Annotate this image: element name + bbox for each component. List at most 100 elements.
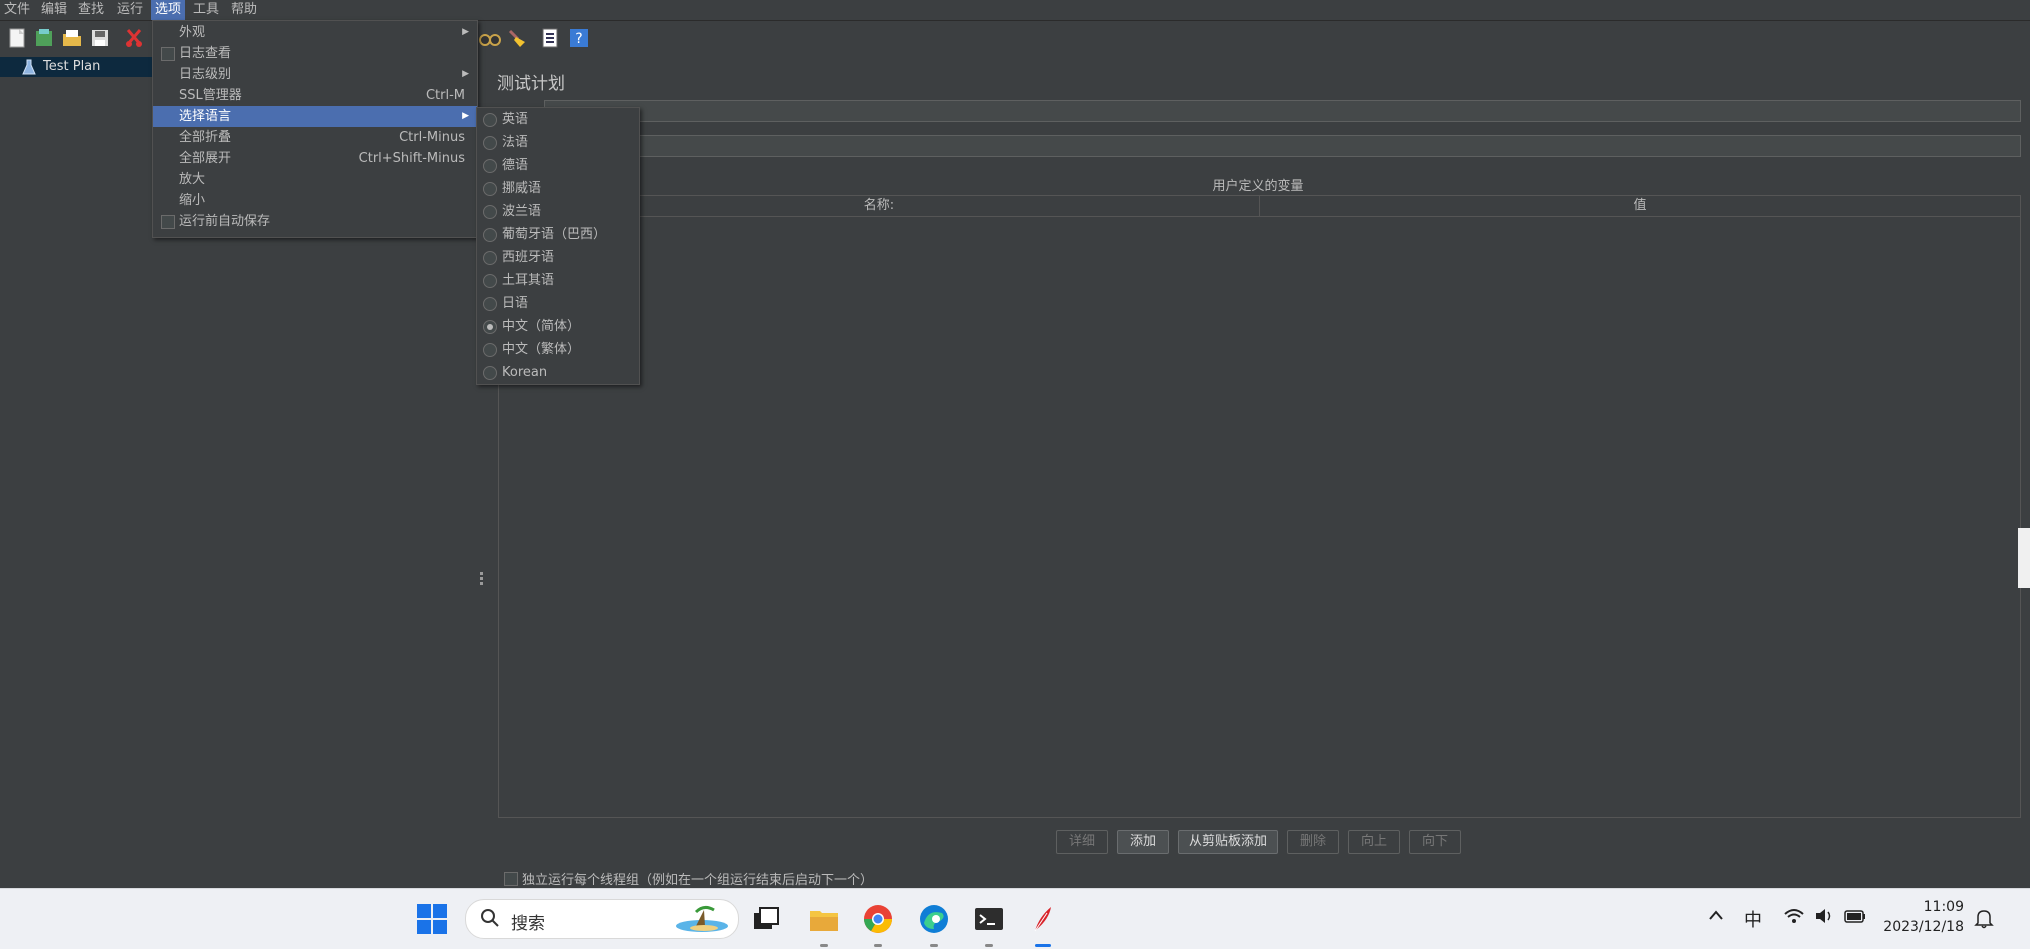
scrollbar-thumb[interactable] — [2018, 528, 2030, 588]
language-option[interactable]: 英语 — [477, 108, 639, 131]
language-option[interactable]: Korean — [477, 361, 639, 384]
running-indicator — [985, 944, 993, 947]
menu-item-expand-all[interactable]: 全部展开 Ctrl+Shift-Minus — [153, 148, 477, 169]
move-down-button[interactable]: 向下 — [1409, 830, 1461, 854]
clock-date[interactable]: 2023/12/18 — [1883, 919, 1964, 935]
radio-button[interactable] — [483, 274, 497, 288]
menu-item-zoom-in[interactable]: 放大 — [153, 169, 477, 190]
volume-icon[interactable] — [1814, 907, 1836, 929]
user-vars-table[interactable]: 名称: 值 — [498, 195, 2021, 818]
menu-bar: 文件 编辑 查找 运行 选项 工具 帮助 — [0, 0, 2030, 21]
radio-button[interactable] — [483, 228, 497, 242]
jmeter-feather-icon[interactable] — [1027, 903, 1059, 935]
taskbar: 搜索 中 11:09 2023/12/18 — [0, 888, 2030, 949]
menu-item-save-before-run[interactable]: 运行前自动保存 — [153, 211, 477, 232]
test-plan-panel: 测试计划 用户定义的变量 名称: 值 详细 添加 从剪贴板添加 删除 向上 向下… — [486, 57, 2030, 888]
language-option[interactable]: 挪威语 — [477, 177, 639, 200]
menu-help[interactable]: 帮助 — [227, 0, 261, 20]
name-field[interactable] — [544, 100, 2021, 122]
menu-item-log-level[interactable]: 日志级别 ▶ — [153, 64, 477, 85]
menu-find[interactable]: 查找 — [74, 0, 108, 20]
menu-item-collapse-all[interactable]: 全部折叠 Ctrl-Minus — [153, 127, 477, 148]
active-indicator — [1035, 944, 1051, 947]
menu-item-choose-language[interactable]: 选择语言 ▶ — [153, 106, 477, 127]
save-before-run-checkbox[interactable] — [161, 215, 175, 229]
language-option[interactable]: 日语 — [477, 292, 639, 315]
submenu-arrow-icon: ▶ — [462, 111, 469, 121]
radio-button[interactable] — [483, 205, 497, 219]
chevron-up-icon[interactable] — [1708, 909, 1724, 925]
clock-time[interactable]: 11:09 — [1924, 899, 1964, 915]
new-icon[interactable] — [6, 27, 28, 49]
battery-icon[interactable] — [1843, 907, 1867, 929]
radio-button[interactable] — [483, 297, 497, 311]
chrome-icon[interactable] — [862, 903, 894, 935]
radio-button[interactable] — [483, 182, 497, 196]
language-option[interactable]: 中文（繁体） — [477, 338, 639, 361]
move-up-button[interactable]: 向上 — [1348, 830, 1400, 854]
cut-icon[interactable] — [123, 27, 145, 49]
search-binoculars-icon[interactable] — [479, 27, 501, 49]
radio-button[interactable] — [483, 113, 497, 127]
independent-threads-label: 独立运行每个线程组（例如在一个组运行结束后启动下一个） — [522, 873, 874, 888]
menu-item-log-viewer[interactable]: 日志查看 — [153, 43, 477, 64]
radio-button[interactable] — [483, 136, 497, 150]
menu-options[interactable]: 选项 — [151, 0, 186, 20]
menu-item-ssl-manager[interactable]: SSL管理器 Ctrl-M — [153, 85, 477, 106]
language-option[interactable]: 土耳其语 — [477, 269, 639, 292]
detail-button[interactable]: 详细 — [1056, 830, 1108, 854]
radio-button[interactable] — [483, 251, 497, 265]
menu-run[interactable]: 运行 — [113, 0, 147, 20]
task-view-icon[interactable] — [750, 903, 782, 935]
menu-tools[interactable]: 工具 — [189, 0, 223, 20]
menu-file[interactable]: 文件 — [0, 0, 34, 20]
ime-indicator[interactable]: 中 — [1744, 906, 1762, 932]
tree-item-test-plan[interactable]: Test Plan — [0, 57, 152, 77]
independent-threads-checkbox[interactable] — [504, 872, 518, 886]
templates-icon[interactable] — [33, 27, 55, 49]
start-icon[interactable] — [416, 903, 448, 935]
radio-button[interactable] — [483, 366, 497, 380]
language-option[interactable]: 葡萄牙语（巴西） — [477, 223, 639, 246]
language-option[interactable]: 西班牙语 — [477, 246, 639, 269]
menu-item-zoom-out[interactable]: 缩小 — [153, 190, 477, 211]
terminal-icon[interactable] — [973, 903, 1005, 935]
running-indicator — [820, 944, 828, 947]
add-button[interactable]: 添加 — [1117, 830, 1169, 854]
running-indicator — [930, 944, 938, 947]
taskbar-search[interactable]: 搜索 — [465, 899, 739, 939]
language-option[interactable]: 法语 — [477, 131, 639, 154]
panel-title: 测试计划 — [497, 74, 565, 94]
options-menu: 外观 ▶ 日志查看 日志级别 ▶ SSL管理器 Ctrl-M 选择语言 ▶ 全部折叠 Ct… — [152, 20, 478, 238]
comments-field[interactable] — [544, 135, 2021, 157]
language-option[interactable]: 德语 — [477, 154, 639, 177]
wifi-icon[interactable] — [1783, 907, 1805, 929]
splitter-grip[interactable] — [480, 571, 484, 587]
tree-item-label: Test Plan — [43, 59, 101, 74]
svg-text:?: ? — [575, 31, 582, 47]
help-icon[interactable]: ? — [568, 27, 590, 49]
user-vars-title: 用户定义的变量 — [1212, 179, 1304, 194]
log-viewer-checkbox[interactable] — [161, 47, 175, 61]
language-option[interactable]: 波兰语 — [477, 200, 639, 223]
flask-icon — [22, 59, 36, 75]
radio-button[interactable] — [483, 343, 497, 357]
running-indicator — [874, 944, 882, 947]
radio-button[interactable] — [483, 159, 497, 173]
open-icon[interactable] — [61, 27, 83, 49]
column-header-value[interactable]: 值 — [1260, 196, 2020, 217]
submenu-arrow-icon: ▶ — [462, 27, 469, 37]
delete-button[interactable]: 删除 — [1287, 830, 1339, 854]
add-from-clipboard-button[interactable]: 从剪贴板添加 — [1178, 830, 1278, 854]
function-helper-icon[interactable] — [539, 27, 561, 49]
edge-icon[interactable] — [918, 903, 950, 935]
clear-broom-icon[interactable] — [506, 27, 528, 49]
menu-item-look-and-feel[interactable]: 外观 ▶ — [153, 22, 477, 43]
radio-button-selected[interactable] — [483, 320, 497, 334]
file-explorer-icon[interactable] — [808, 903, 840, 935]
menu-edit[interactable]: 编辑 — [37, 0, 71, 20]
save-icon[interactable] — [89, 27, 111, 49]
language-submenu: 英语 法语 德语 挪威语 波兰语 葡萄牙语（巴西） 西班牙语 土耳其语 日语 中… — [476, 107, 640, 385]
notification-bell-icon[interactable] — [1973, 907, 1995, 933]
language-option[interactable]: 中文（简体） — [477, 315, 639, 338]
